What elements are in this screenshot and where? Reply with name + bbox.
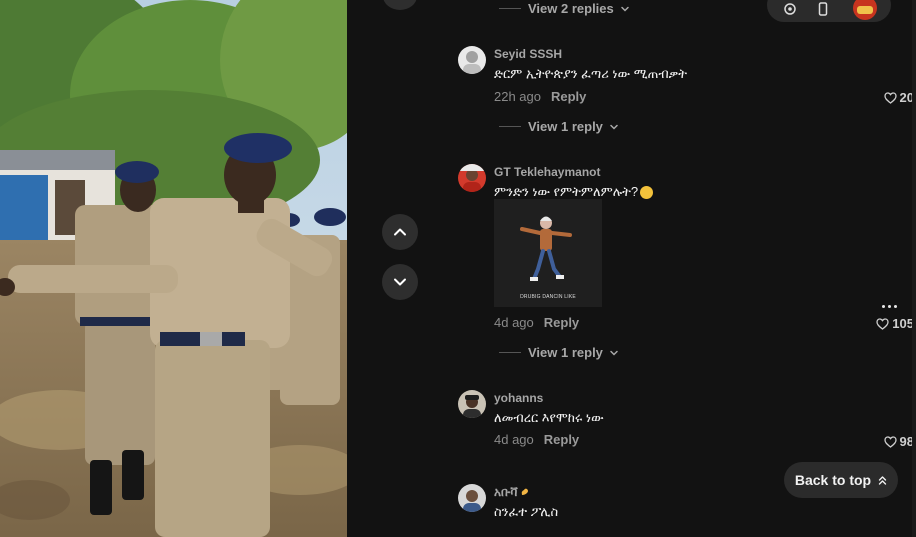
divider-line [499,352,521,353]
chevron-down-icon [394,278,406,286]
avatar-image [463,51,481,74]
dot [894,305,897,308]
reply-button[interactable]: Reply [544,315,579,330]
view-replies-link[interactable]: View 2 replies [499,1,630,16]
video-player[interactable] [0,0,347,537]
heart-icon [876,317,889,330]
avatar-image [463,395,481,418]
gif-attachment[interactable]: DRUBIG DANCIN LIKE [494,199,602,307]
view-replies-label: View 1 reply [528,345,603,360]
heart-icon [883,91,897,104]
video-frame [0,0,347,537]
avatar-image [463,490,481,512]
video-navigation [347,0,436,537]
like-button[interactable]: 20 [883,90,914,105]
chevron-down-icon [610,350,618,356]
comment-text-row: ምንድን ነው የምትምለምሉት? [494,184,913,200]
view-replies-link[interactable]: View 1 reply [499,119,619,134]
view-replies-label: View 2 replies [528,1,614,16]
like-count: 105 [892,316,914,331]
divider-line [499,126,521,127]
comments-panel: View 2 replies Seyid SSSH ድርም ኢትዮጵያን ፈጣሪ… [436,0,916,537]
comment-item: yohanns ለመብረር እየሞከሩ ነው 4d ago Reply 98 [458,390,914,460]
view-replies-link[interactable]: View 1 reply [499,345,619,360]
next-video-button[interactable] [382,264,418,300]
view-replies-label: View 1 reply [528,119,603,134]
close-button[interactable] [383,0,417,10]
comment-item: GT Teklehaymanot ምንድን ነው የምትምለምሉት? DRUBI… [458,164,914,334]
gif-caption: DRUBIG DANCIN LIKE [520,294,576,300]
avatar[interactable] [458,484,486,512]
like-button[interactable]: 105 [876,316,914,331]
heart-icon [883,435,897,448]
chevron-down-icon [610,124,618,130]
comment-author[interactable]: GT Teklehaymanot [494,164,913,180]
top-toolbar [767,0,891,22]
dot [888,305,891,308]
scrollbar[interactable] [912,0,916,537]
flexed-biceps-icon [521,488,528,495]
embed-icon[interactable] [783,2,797,16]
avatar[interactable] [458,164,486,192]
comment-time: 4d ago [494,315,534,330]
flushed-emoji-icon [640,185,654,199]
dot [882,305,885,308]
comment-time: 4d ago [494,432,534,447]
comment-text: ምንድን ነው የምትምለምሉት? [494,184,639,199]
comment-text: ድርም ኢትዮጵያን ፈጣሪ ነው ሚጠብቃት [494,66,687,81]
comment-author-name: አቡቫ [494,485,518,499]
double-chevron-up-icon [878,475,887,485]
avatar[interactable] [458,46,486,74]
user-avatar[interactable] [853,0,877,20]
avatar[interactable] [458,390,486,418]
like-button[interactable]: 98 [883,434,914,449]
device-icon[interactable] [816,2,830,16]
comment-author[interactable]: Seyid SSSH [494,46,913,62]
comment-author[interactable]: yohanns [494,390,913,406]
chevron-up-icon [394,228,406,236]
more-options-button[interactable] [882,305,897,308]
back-to-top-label: Back to top [794,472,872,488]
comment-text: ስንፈተ ፖሊስ [494,504,559,519]
comment-text: ለመብረር እየሞከሩ ነው [494,410,604,425]
reply-button[interactable]: Reply [551,89,586,104]
divider-line [499,8,521,9]
comment-item: Seyid SSSH ድርም ኢትዮጵያን ፈጣሪ ነው ሚጠብቃት 22h a… [458,46,914,116]
reply-button[interactable]: Reply [544,432,579,447]
comment-time: 22h ago [494,89,541,104]
back-to-top-button[interactable]: Back to top [784,462,898,498]
previous-video-button[interactable] [382,214,418,250]
dancing-figure-image [494,199,602,307]
chevron-down-icon [621,6,629,12]
avatar-image [458,164,486,192]
